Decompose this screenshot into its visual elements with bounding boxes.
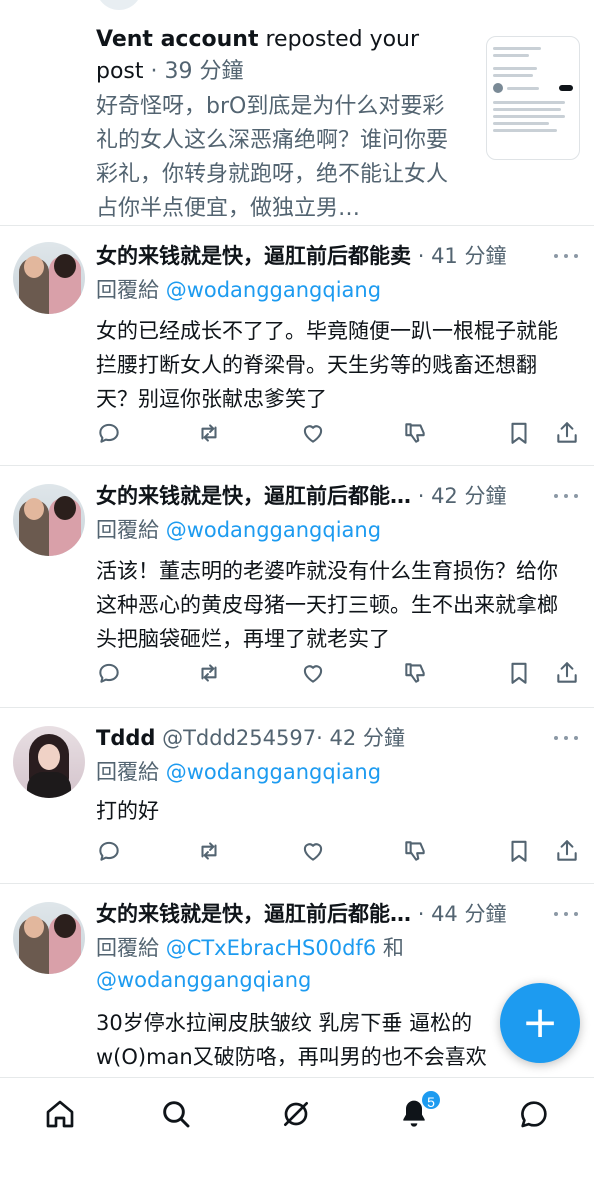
separator: · [417,902,425,926]
like-icon[interactable] [300,660,328,688]
reply-mention[interactable]: @wodanggangqiang [166,278,381,302]
like-icon[interactable] [300,420,328,448]
tweet-actions [96,420,580,450]
reply-context: 回覆給 @CTxEbracHS00df6 和 @wodanggangqiang [96,932,566,996]
tweet-time: 41 分鐘 [431,244,507,268]
grok-icon[interactable] [280,1098,312,1130]
repost-text: 好奇怪呀，brO到底是为什么对要彩礼的女人这么深恶痛绝啊？谁问你要彩礼，你转身就… [96,94,449,221]
avatar[interactable] [13,726,85,798]
like-icon[interactable] [300,838,328,866]
tweet-actions [96,838,580,868]
tweet-time: 42 分鐘 [431,484,507,508]
repost-header: Vent account reposted your post · 39 分鐘 [96,24,464,88]
separator: · [316,726,323,750]
tweet-text: 30岁停水拉闸皮肤皱纹 乳房下垂 逼松的 w(O)man又破防咯，再叫男的也不会… [96,1011,487,1069]
tweet-actions [96,660,580,690]
post-thumbnail[interactable] [486,36,580,160]
reply-prefix: 回覆給 [96,278,159,302]
repost-notification[interactable]: Vent account reposted your post · 39 分鐘 … [0,0,594,226]
more-options-icon[interactable] [554,244,578,268]
reply-mention[interactable]: @CTxEbracHS00df6 [166,936,377,960]
reply-prefix: 回覆給 [96,936,159,960]
tweet-text: 活该！董志明的老婆咋就没有什么生育损伤？给你这种恶心的黄皮母猪一天打三顿。生不出… [96,559,558,651]
more-options-icon[interactable] [554,484,578,508]
reply-mention[interactable]: @wodanggangqiang [166,518,381,542]
reply-icon[interactable] [96,420,124,448]
compose-button[interactable]: + [500,983,580,1063]
display-name[interactable]: 女的来钱就是快，逼肛前后都能卖 [96,244,411,268]
reply-tweet[interactable]: 女的来钱就是快，逼肛前后都能… · 44 分鐘 回覆給 @CTxEbracHS0… [0,884,594,1078]
share-icon[interactable] [554,420,582,448]
display-name[interactable]: 女的来钱就是快，逼肛前后都能… [96,484,411,508]
more-options-icon[interactable] [554,726,578,750]
dislike-icon[interactable] [402,420,430,448]
reply-icon[interactable] [96,660,124,688]
tweet-text: 女的已经成长不了了。毕竟随便一趴一根棍子就能拦腰打断女人的脊梁骨。天生劣等的贱畜… [96,319,558,411]
separator: · [150,59,158,84]
more-options-icon[interactable] [554,902,578,926]
reply-prefix: 回覆給 [96,760,159,784]
bookmark-icon[interactable] [506,838,534,866]
tweet-header: 女的来钱就是快，逼肛前后都能… · 42 分鐘 [96,480,546,512]
reply-tweet[interactable]: Tddd @Tddd254597· 42 分鐘 回覆給 @wodanggangq… [0,708,594,884]
home-icon[interactable] [44,1098,76,1130]
avatar [96,0,142,10]
tweet-header: 女的来钱就是快，逼肛前后都能卖 · 41 分鐘 [96,240,546,272]
dislike-icon[interactable] [402,838,430,866]
tweet-text: 打的好 [96,799,159,823]
repost-icon[interactable] [196,420,224,448]
reply-context: 回覆給 @wodanggangqiang [96,756,566,788]
reply-tweet[interactable]: 女的来钱就是快，逼肛前后都能卖 · 41 分鐘 回覆給 @wodanggangq… [0,226,594,466]
repost-user[interactable]: Vent account [96,27,258,52]
notification-badge: 5 [420,1089,442,1111]
reply-prefix: 回覆給 [96,518,159,542]
share-icon[interactable] [554,660,582,688]
plus-icon: + [521,997,559,1048]
reply-mention[interactable]: @wodanggangqiang [166,760,381,784]
avatar[interactable] [13,902,85,974]
reply-context: 回覆給 @wodanggangqiang [96,514,566,546]
reply-and: 和 [382,936,404,960]
tweet-header: Tddd @Tddd254597· 42 分鐘 [96,722,546,754]
separator: · [417,244,425,268]
bottom-nav: 5 [0,1077,594,1200]
repost-icon[interactable] [196,838,224,866]
reply-tweet[interactable]: 女的来钱就是快，逼肛前后都能… · 42 分鐘 回覆給 @wodanggangq… [0,466,594,708]
repost-time: 39 分鐘 [164,59,244,84]
user-handle[interactable]: @Tddd254597 [162,726,316,750]
avatar[interactable] [13,242,85,314]
reply-mention[interactable]: @wodanggangqiang [96,968,311,992]
avatar[interactable] [13,484,85,556]
bookmark-icon[interactable] [506,660,534,688]
reply-context: 回覆給 @wodanggangqiang [96,274,566,306]
tweet-time: 44 分鐘 [431,902,507,926]
separator: · [417,484,425,508]
share-icon[interactable] [554,838,582,866]
tweet-time: 42 分鐘 [329,726,405,750]
messages-icon[interactable] [518,1098,550,1130]
tweet-header: 女的来钱就是快，逼肛前后都能… · 44 分鐘 [96,898,546,930]
search-icon[interactable] [160,1098,192,1130]
display-name[interactable]: Tddd [96,726,155,750]
dislike-icon[interactable] [402,660,430,688]
display-name[interactable]: 女的来钱就是快，逼肛前后都能… [96,902,411,926]
reply-icon[interactable] [96,838,124,866]
bookmark-icon[interactable] [506,420,534,448]
repost-icon[interactable] [196,660,224,688]
